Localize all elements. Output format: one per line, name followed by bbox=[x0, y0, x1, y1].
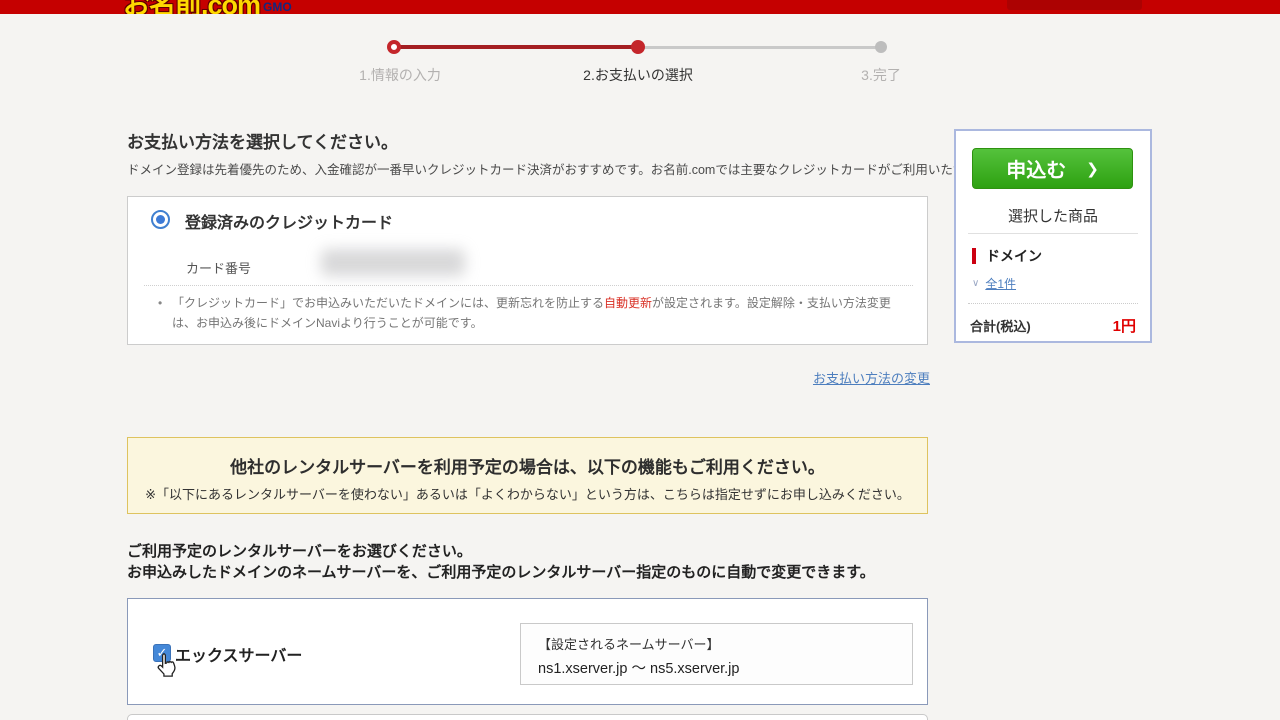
next-server-option-box bbox=[127, 714, 928, 720]
divider bbox=[144, 285, 913, 286]
category-label: ドメイン bbox=[986, 246, 1042, 266]
total-label: 合計(税込) bbox=[970, 316, 1031, 335]
note-text: 「クレジットカード」でお申込みいただいたドメインには、更新忘れを防止する自動更新… bbox=[172, 293, 906, 334]
registered-card-label: 登録済みのクレジットカード bbox=[185, 209, 393, 233]
step3-label: 3.完了 bbox=[841, 65, 921, 85]
notice-title: 他社のレンタルサーバーを利用予定の場合は、以下の機能もご利用ください。 bbox=[128, 453, 927, 478]
bullet-icon: • bbox=[158, 293, 172, 334]
mouse-cursor-icon bbox=[155, 652, 179, 683]
total-value: 1円 bbox=[1113, 315, 1136, 336]
step2-current-circle-icon bbox=[631, 40, 645, 54]
stepper-line-todo bbox=[640, 46, 880, 49]
change-payment-link[interactable]: お支払い方法の変更 bbox=[813, 371, 930, 386]
card-number-masked bbox=[321, 249, 465, 276]
chevron-down-icon: ∨ bbox=[972, 278, 979, 289]
step1-label: 1.情報の入力 bbox=[334, 65, 466, 85]
step3-upcoming-circle-icon bbox=[875, 41, 887, 53]
order-summary-panel: 申込む ❯ 選択した商品 ドメイン ∨ 全1件 合計(税込) 1円 bbox=[954, 129, 1152, 343]
registered-card-option-box: 登録済みのクレジットカード カード番号 • 「クレジットカード」でお申込みいただ… bbox=[127, 196, 928, 345]
auto-renewal-note: • 「クレジットカード」でお申込みいただいたドメインには、更新忘れを防止する自動… bbox=[158, 293, 906, 334]
xserver-label[interactable]: エックスサーバー bbox=[175, 642, 302, 666]
summary-title: 選択した商品 bbox=[956, 205, 1150, 226]
rental-select-line1: ご利用予定のレンタルサーバーをお選びください。 bbox=[127, 540, 472, 561]
rental-server-notice-box: 他社のレンタルサーバーを利用予定の場合は、以下の機能もご利用ください。 ※「以下… bbox=[127, 437, 928, 514]
summary-category-row: ドメイン bbox=[972, 246, 1042, 266]
payment-description: ドメイン登録は先着優先のため、入金確認が一番早いクレジットカード決済がおすすめで… bbox=[127, 159, 1014, 178]
nameserver-info-box: 【設定されるネームサーバー】 ns1.xserver.jp ～ ns5.xser… bbox=[520, 623, 913, 685]
rental-select-line2: お申込みしたドメインのネームサーバーを、ご利用予定のレンタルサーバー指定のものに… bbox=[127, 561, 875, 582]
logo-gmo-text: GMO bbox=[263, 0, 292, 14]
step2-label: 2.お支払いの選択 bbox=[558, 65, 718, 85]
top-header-bar: お名前.comGMO bbox=[0, 0, 1280, 14]
note-highlight: 自動更新 bbox=[604, 296, 652, 310]
change-link-row: お支払い方法の変更 bbox=[127, 368, 930, 388]
page-title: お支払い方法を選択してください。 bbox=[127, 128, 398, 153]
notice-subtext: ※「以下にあるレンタルサーバーを使わない」あるいは「よくわからない」という方は、… bbox=[128, 484, 927, 503]
page: お名前.comGMO 1.情報の入力 2.お支払いの選択 3.完了 お支払い方法… bbox=[0, 0, 1280, 720]
registered-card-radio[interactable] bbox=[151, 210, 170, 229]
nameserver-range: ns1.xserver.jp ～ ns5.xserver.jp bbox=[538, 657, 739, 678]
header-button-fragment[interactable] bbox=[1007, 0, 1142, 10]
apply-button[interactable]: 申込む ❯ bbox=[972, 148, 1133, 189]
step1-done-circle-icon bbox=[387, 40, 401, 54]
divider bbox=[968, 233, 1138, 234]
card-number-label: カード番号 bbox=[186, 258, 251, 277]
onamae-logo[interactable]: お名前.comGMO bbox=[123, 0, 292, 14]
item-count-link[interactable]: 全1件 bbox=[985, 275, 1016, 292]
stepper-line-done bbox=[396, 45, 638, 49]
summary-count-row: ∨ 全1件 bbox=[972, 275, 1016, 292]
apply-button-label: 申込む bbox=[1006, 154, 1066, 183]
xserver-option-box: ✓ エックスサーバー 【設定されるネームサーバー】 ns1.xserver.jp… bbox=[127, 598, 928, 705]
note-prefix: 「クレジットカード」でお申込みいただいたドメインには、更新忘れを防止する bbox=[172, 296, 604, 310]
chevron-right-icon: ❯ bbox=[1086, 160, 1099, 178]
divider bbox=[968, 303, 1138, 304]
total-row: 合計(税込) 1円 bbox=[970, 315, 1136, 336]
logo-text: お名前.com bbox=[123, 0, 260, 14]
category-marker bbox=[972, 248, 976, 264]
nameserver-title: 【設定されるネームサーバー】 bbox=[538, 634, 719, 653]
